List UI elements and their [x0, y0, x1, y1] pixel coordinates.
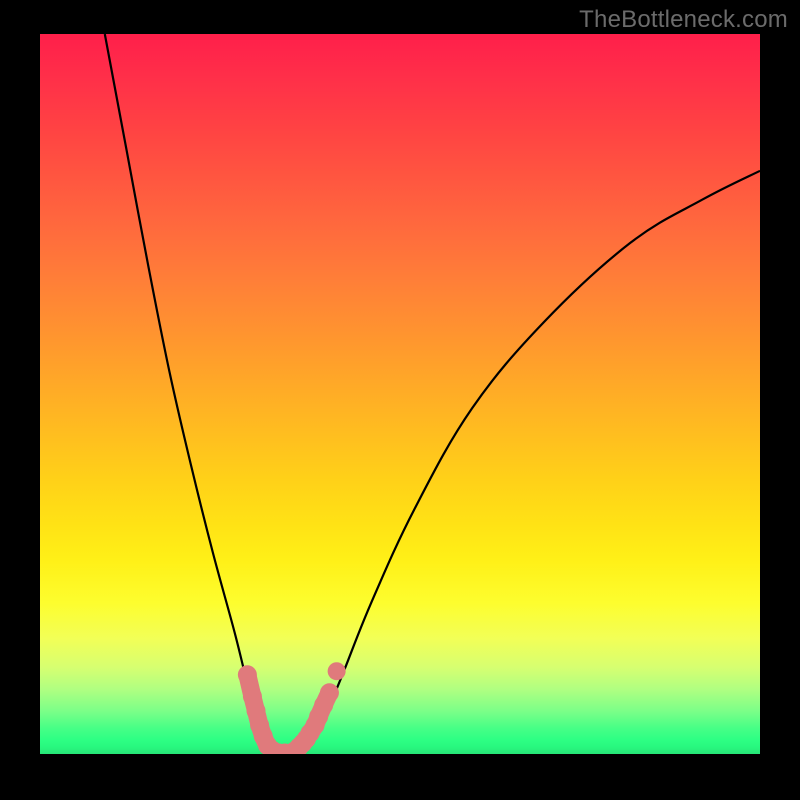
marker-group: [238, 662, 346, 754]
watermark-text: TheBottleneck.com: [579, 6, 788, 34]
chart-plot-area: [40, 34, 760, 754]
chart-svg: [40, 34, 760, 754]
data-marker: [328, 662, 346, 680]
data-marker: [320, 683, 339, 702]
curve-right: [299, 171, 760, 754]
curve-left: [105, 34, 278, 754]
data-marker: [238, 665, 257, 684]
